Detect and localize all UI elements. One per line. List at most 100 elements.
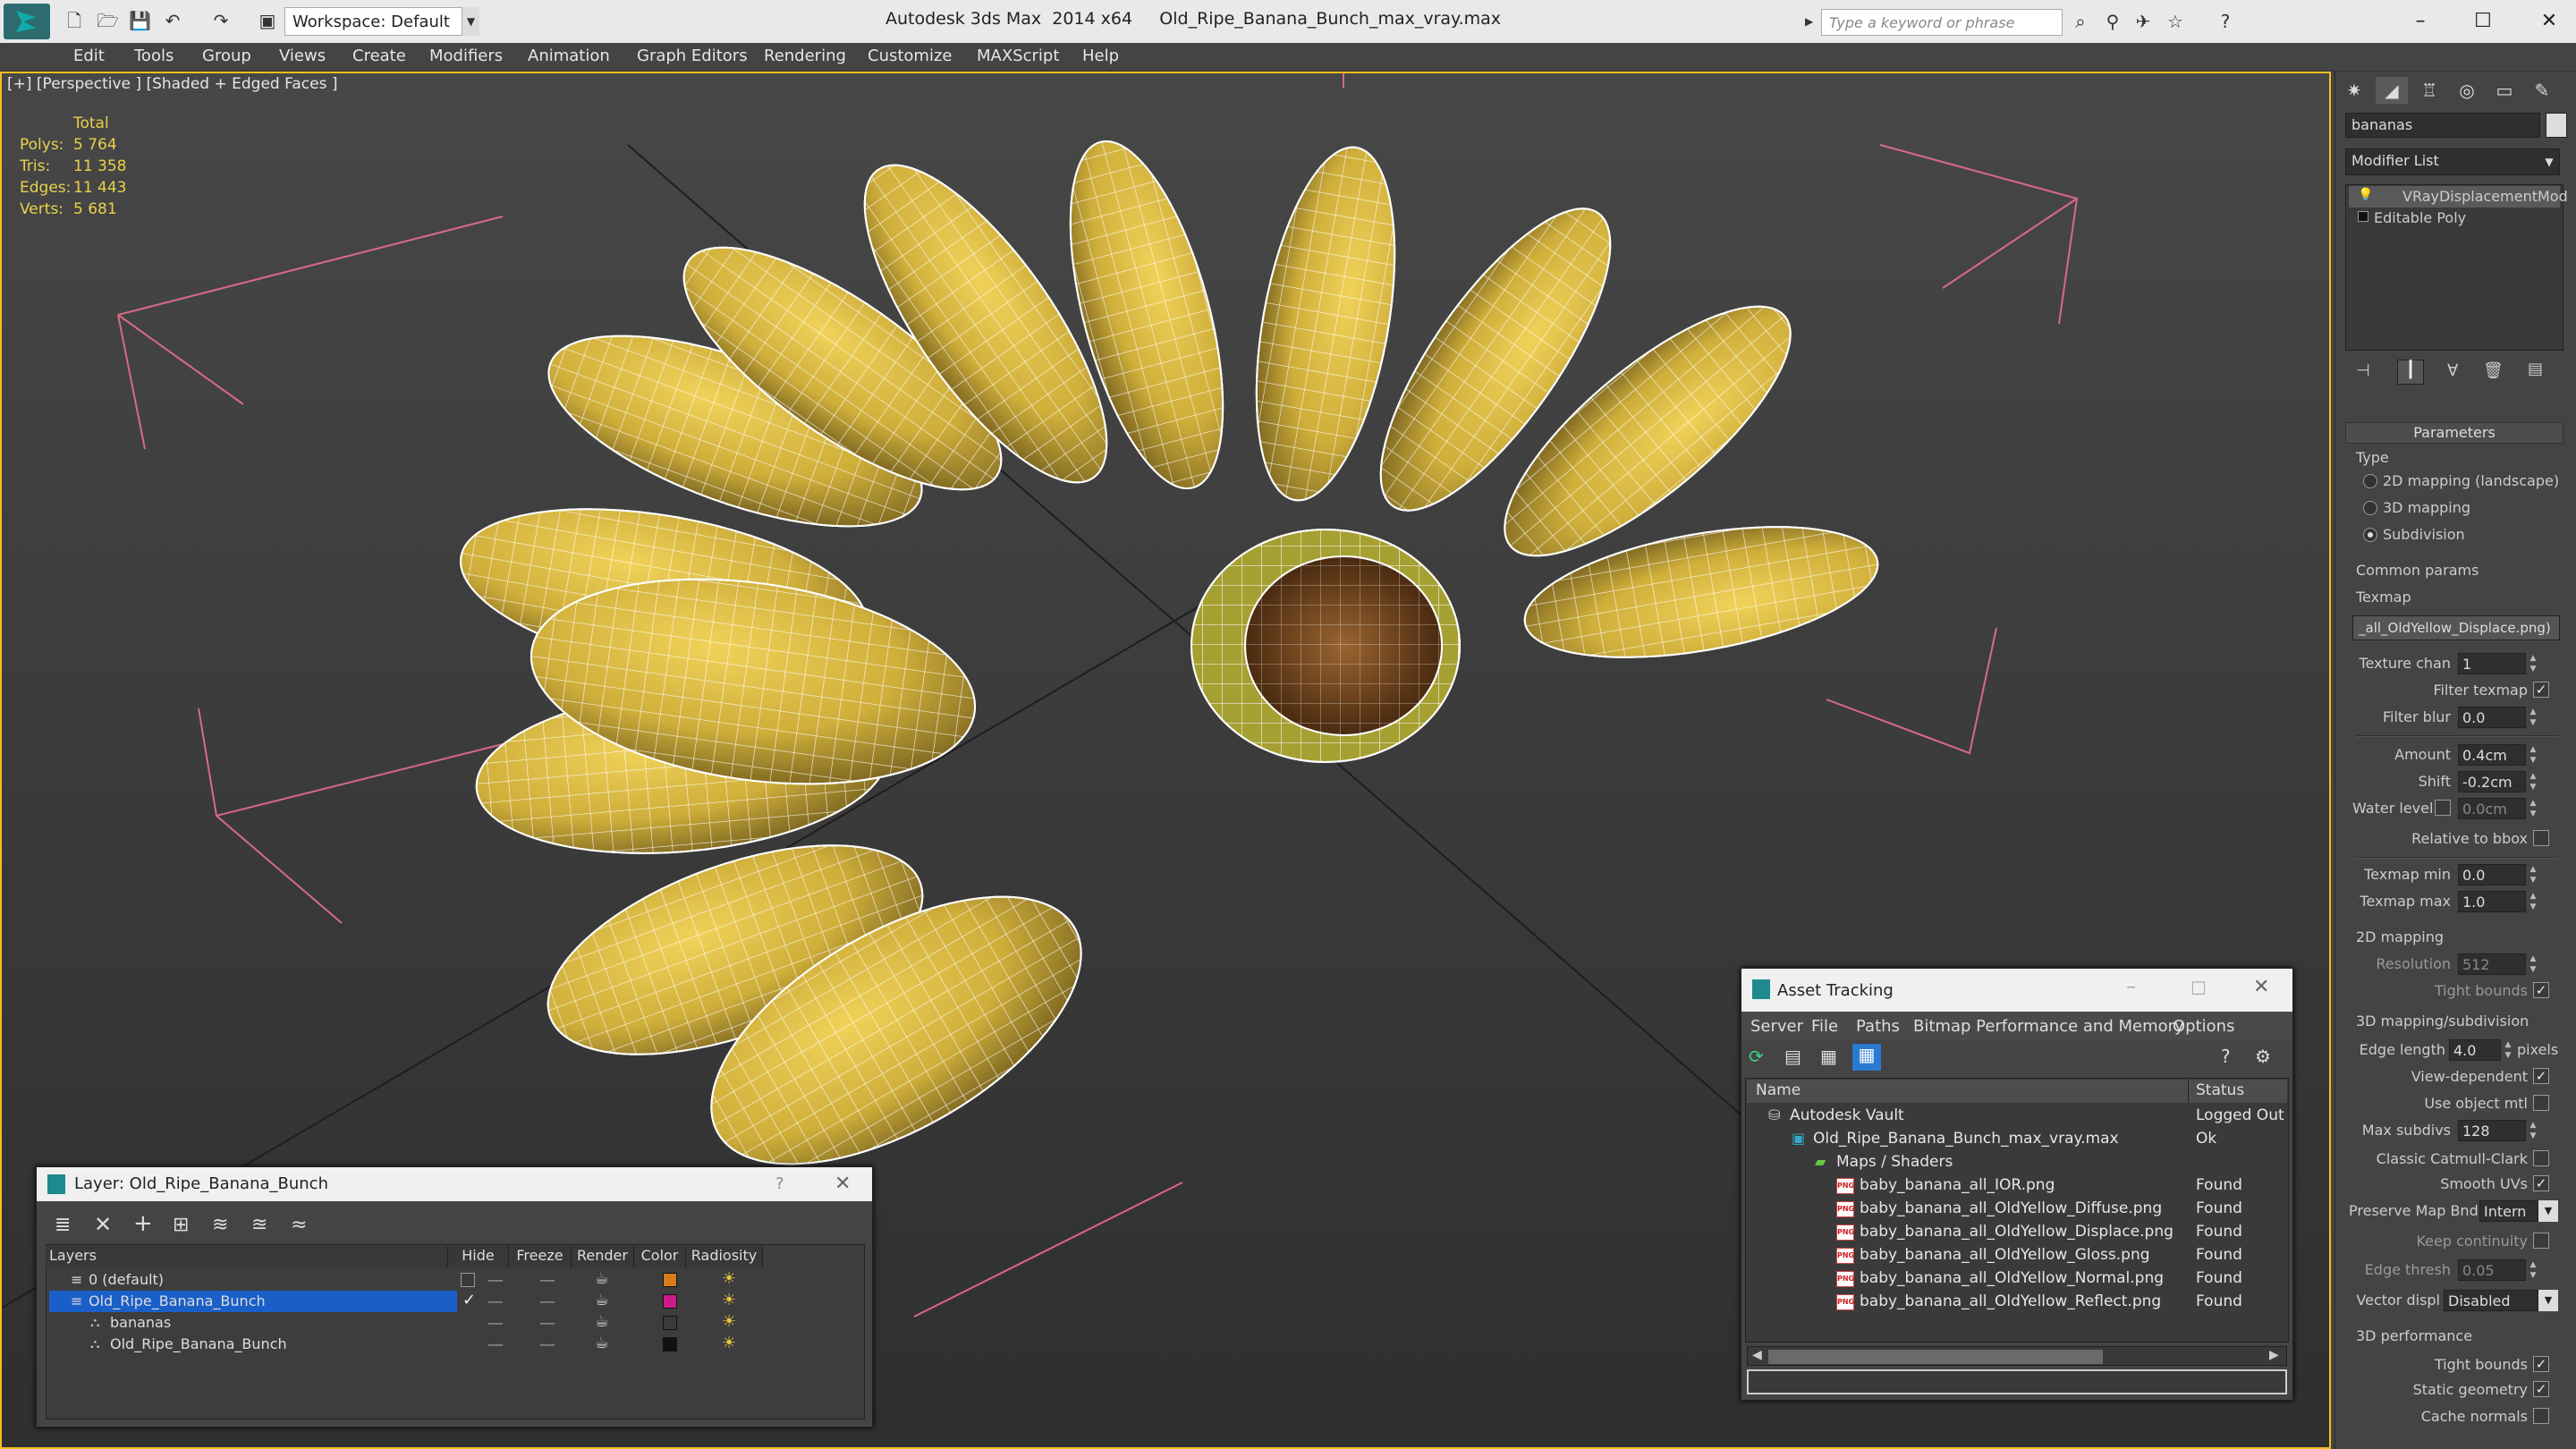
- spinner-arrows-icon[interactable]: ▲ ▼: [2528, 707, 2538, 728]
- radiosity-icon[interactable]: ☀: [722, 1334, 736, 1352]
- freeze-unfreeze-icon[interactable]: ≈: [291, 1214, 307, 1236]
- modify-tab-icon[interactable]: ◢: [2376, 77, 2408, 104]
- menu-views[interactable]: Views: [279, 47, 326, 65]
- spinner-arrows-icon[interactable]: ▲ ▼: [2528, 953, 2538, 975]
- menu-create[interactable]: Create: [352, 47, 406, 65]
- scroll-left-icon[interactable]: ◀: [1752, 1348, 1762, 1362]
- asset-name[interactable]: baby_banana_all_OldYellow_Diffuse.png: [1860, 1199, 2162, 1223]
- asset-menu-paths[interactable]: Paths: [1856, 1017, 1900, 1036]
- edge-length-input[interactable]: 4.0: [2449, 1039, 2501, 1061]
- viewport-label[interactable]: [+] [Perspective ] [Shaded + Edged Faces…: [7, 75, 337, 93]
- spinner-arrows-icon[interactable]: ▲ ▼: [2528, 864, 2538, 886]
- teapot-render-icon[interactable]: ☕: [595, 1269, 609, 1288]
- spinner-arrows-icon[interactable]: ▲ ▼: [2528, 798, 2538, 819]
- help-icon[interactable]: ?: [775, 1174, 784, 1193]
- asset-window-titlebar[interactable]: Asset Tracking – ☐ ✕: [1741, 969, 2292, 1012]
- open-file-icon[interactable]: 🗁: [97, 11, 119, 30]
- search-expand-icon[interactable]: ▶: [1805, 11, 1818, 32]
- layer-color-swatch-0[interactable]: [663, 1273, 677, 1287]
- column-radiosity[interactable]: Radiosity: [686, 1246, 763, 1267]
- preserve-map-bnd-dropdown[interactable]: Intern: [2479, 1200, 2538, 1222]
- asset-name[interactable]: baby_banana_all_IOR.png: [1860, 1176, 2055, 1199]
- asset-menu-file[interactable]: File: [1811, 1017, 1838, 1036]
- cache-normals-checkbox[interactable]: [2533, 1408, 2549, 1424]
- remove-modifier-icon[interactable]: 🗑: [2483, 361, 2504, 380]
- redo-icon[interactable]: ↷: [211, 11, 231, 30]
- spinner-arrows-icon[interactable]: ▲ ▼: [2528, 771, 2538, 792]
- expand-plus-icon[interactable]: [2358, 211, 2368, 222]
- display-tab-icon[interactable]: ▭: [2488, 77, 2521, 104]
- binoculars-icon[interactable]: ⌕: [2070, 11, 2091, 32]
- subscription-icon[interactable]: ⚲: [2102, 11, 2123, 32]
- column-render[interactable]: Render: [572, 1246, 634, 1267]
- teapot-render-icon[interactable]: ☕: [595, 1334, 609, 1352]
- close-icon[interactable]: ✕: [2253, 976, 2269, 998]
- water-level-checkbox[interactable]: [2435, 800, 2451, 816]
- undo-icon[interactable]: ↶: [163, 11, 182, 30]
- menu-group[interactable]: Group: [202, 47, 251, 65]
- menu-tools[interactable]: Tools: [134, 47, 174, 65]
- spinner-arrows-icon[interactable]: ▲ ▼: [2528, 891, 2538, 912]
- show-end-result-icon[interactable]: ┃: [2397, 360, 2424, 385]
- select-objects-icon[interactable]: ⊞: [173, 1214, 189, 1236]
- layer-color-swatch-2[interactable]: [663, 1316, 677, 1330]
- texmap-min-input[interactable]: 0.0: [2458, 864, 2526, 886]
- make-unique-icon[interactable]: ∀: [2447, 361, 2458, 380]
- radiosity-icon[interactable]: ☀: [722, 1312, 736, 1331]
- menu-edit[interactable]: Edit: [73, 47, 105, 65]
- filter-texmap-checkbox[interactable]: ✓: [2533, 682, 2549, 698]
- view-dependent-checkbox[interactable]: ✓: [2533, 1068, 2549, 1084]
- amount-input[interactable]: 0.4cm: [2458, 744, 2526, 766]
- search-input[interactable]: Type a keyword or phrase: [1821, 9, 2063, 36]
- menu-rendering[interactable]: Rendering: [764, 47, 846, 65]
- object-name[interactable]: Old_Ripe_Banana_Bunch: [110, 1335, 287, 1357]
- app-logo-icon[interactable]: [4, 4, 50, 39]
- texmap-button[interactable]: _all_OldYellow_Displace.png): [2352, 615, 2560, 640]
- minimize-icon[interactable]: –: [2402, 5, 2438, 38]
- spinner-arrows-icon[interactable]: ▲ ▼: [2528, 1120, 2538, 1141]
- freeze-toggle[interactable]: —: [539, 1335, 555, 1354]
- column-name[interactable]: Name: [1747, 1080, 2189, 1103]
- hide-toggle[interactable]: —: [487, 1335, 504, 1354]
- create-tab-icon[interactable]: ✷: [2338, 77, 2370, 104]
- edge-thresh-input[interactable]: 0.05: [2458, 1259, 2526, 1281]
- teapot-render-icon[interactable]: ☕: [595, 1291, 609, 1309]
- refresh-icon[interactable]: ⟳: [1749, 1046, 1764, 1067]
- thumbnail-view-icon[interactable]: ▦: [1820, 1046, 1837, 1067]
- column-color[interactable]: Color: [634, 1246, 686, 1267]
- asset-tracking-window[interactable]: Asset Tracking – ☐ ✕ Server File Paths B…: [1741, 968, 2293, 1401]
- menu-modifiers[interactable]: Modifiers: [429, 47, 503, 65]
- object-color-swatch[interactable]: [2546, 113, 2567, 138]
- hide-toggle[interactable]: —: [487, 1292, 504, 1311]
- communication-icon[interactable]: ✈: [2132, 11, 2154, 32]
- chevron-down-icon[interactable]: ▼: [2538, 1290, 2558, 1311]
- radiosity-icon[interactable]: ☀: [722, 1269, 736, 1288]
- asset-name[interactable]: baby_banana_all_OldYellow_Gloss.png: [1860, 1246, 2150, 1269]
- table-view-icon[interactable]: ▦: [1852, 1044, 1881, 1071]
- motion-tab-icon[interactable]: ◎: [2451, 77, 2483, 104]
- classic-catmull-checkbox[interactable]: [2533, 1150, 2549, 1166]
- highlight-selected-icon[interactable]: ≋: [212, 1214, 228, 1236]
- asset-menu-bitmap-performance[interactable]: Bitmap Performance and Memory: [1913, 1017, 2184, 1036]
- freeze-toggle[interactable]: —: [539, 1314, 555, 1333]
- asset-menu-server[interactable]: Server: [1750, 1017, 1803, 1036]
- texture-chan-input[interactable]: 1: [2458, 653, 2526, 674]
- layer-color-swatch-3[interactable]: [663, 1337, 677, 1352]
- pin-stack-icon[interactable]: ⊣: [2356, 361, 2370, 380]
- utilities-tab-icon[interactable]: ✎: [2526, 77, 2558, 104]
- teapot-render-icon[interactable]: ☕: [595, 1312, 609, 1331]
- spinner-arrows-icon[interactable]: ▲ ▼: [2528, 1259, 2538, 1281]
- workspace-dropdown[interactable]: Workspace: Default: [284, 7, 479, 36]
- texmap-max-input[interactable]: 1.0: [2458, 891, 2526, 912]
- asset-name[interactable]: baby_banana_all_OldYellow_Displace.png: [1860, 1223, 2174, 1246]
- help-icon[interactable]: ?: [2215, 11, 2236, 32]
- asset-name[interactable]: baby_banana_all_OldYellow_Reflect.png: [1860, 1292, 2161, 1316]
- tight-bounds-3d-checkbox[interactable]: ✓: [2533, 1356, 2549, 1372]
- hide-unhide-icon[interactable]: ≊: [251, 1214, 267, 1236]
- smooth-uvs-checkbox[interactable]: ✓: [2533, 1175, 2549, 1191]
- create-layer-icon[interactable]: ≣: [55, 1214, 71, 1236]
- spinner-arrows-icon[interactable]: ▲ ▼: [2503, 1039, 2513, 1061]
- maximize-icon[interactable]: ☐: [2465, 5, 2501, 38]
- radio-subdivision[interactable]: [2363, 528, 2377, 542]
- static-geometry-checkbox[interactable]: ✓: [2533, 1381, 2549, 1397]
